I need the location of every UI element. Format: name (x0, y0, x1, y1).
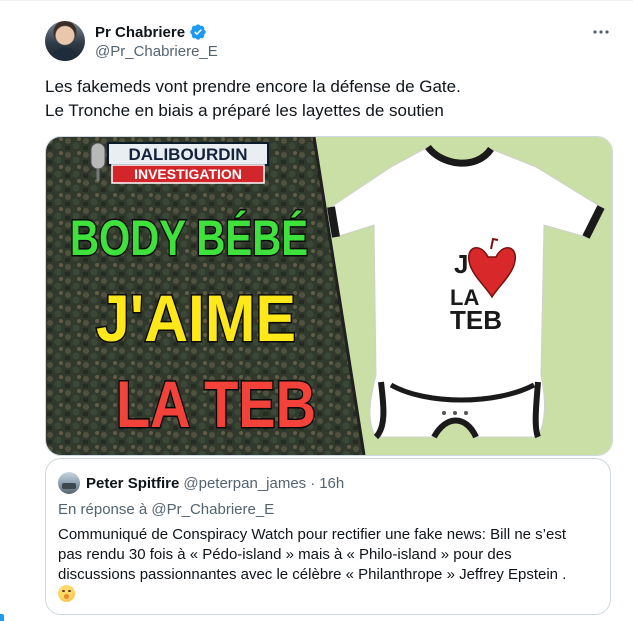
quoted-tweet-text: Communiqué de Conspiracy Watch pour rect… (58, 525, 598, 605)
author-handle[interactable]: @Pr_Chabriere_E (95, 43, 218, 60)
tweet-text-line: Le Tronche en biais a préparé les layett… (45, 101, 444, 120)
quoted-text-line: discussions passionnantes avec le célèbr… (58, 566, 567, 583)
author-block: Pr Chabriere @Pr_Chabriere_E (95, 22, 218, 61)
verified-badge-icon (190, 24, 206, 40)
quoted-tweet-header: Peter Spitfire @peterpan_james · 16h (58, 472, 344, 494)
reply-prefix: En réponse à (58, 501, 148, 518)
banner-bottom-text: INVESTIGATION (134, 166, 242, 182)
tweet-media-image[interactable]: DALIBOURDIN INVESTIGATION BODY BÉBÉ J'AI… (45, 136, 613, 456)
headline-line-2: J'AIME (96, 281, 296, 355)
tweet-text: Les fakemeds vont prendre encore la défe… (45, 75, 605, 123)
tweet-text-line: Les fakemeds vont prendre encore la défe… (45, 77, 461, 96)
quoted-author-avatar[interactable] (58, 472, 80, 494)
quoted-text-line: pas rendu 30 fois à « Pédo-island » mais… (58, 546, 512, 563)
reply-context: En réponse à @Pr_Chabriere_E (58, 501, 274, 518)
banner-top-text: DALIBOURDIN (129, 145, 248, 164)
onesie-text-3: TEB (450, 305, 502, 335)
quoted-author-name[interactable]: Peter Spitfire (86, 475, 179, 492)
headline-line-1: BODY BÉBÉ (70, 210, 308, 266)
headline-line-3: LA TEB (116, 367, 316, 441)
side-indicator (0, 614, 4, 621)
reply-mention[interactable]: @Pr_Chabriere_E (151, 501, 274, 518)
author-name[interactable]: Pr Chabriere (95, 24, 185, 41)
author-avatar[interactable] (45, 21, 85, 61)
more-options-icon[interactable] (591, 22, 611, 42)
quoted-tweet[interactable]: Peter Spitfire @peterpan_james · 16h En … (45, 458, 611, 615)
media-illustration: DALIBOURDIN INVESTIGATION BODY BÉBÉ J'AI… (46, 137, 612, 455)
quoted-author-handle[interactable]: @peterpan_james (183, 475, 306, 492)
quoted-timestamp[interactable]: 16h (319, 475, 344, 492)
tweet: Pr Chabriere @Pr_Chabriere_E Les fakemed… (0, 0, 633, 621)
divider (0, 0, 633, 1)
emoji-shush-icon (58, 585, 75, 602)
separator-dot: · (310, 474, 316, 492)
quoted-text-line: Communiqué de Conspiracy Watch pour rect… (58, 526, 567, 543)
